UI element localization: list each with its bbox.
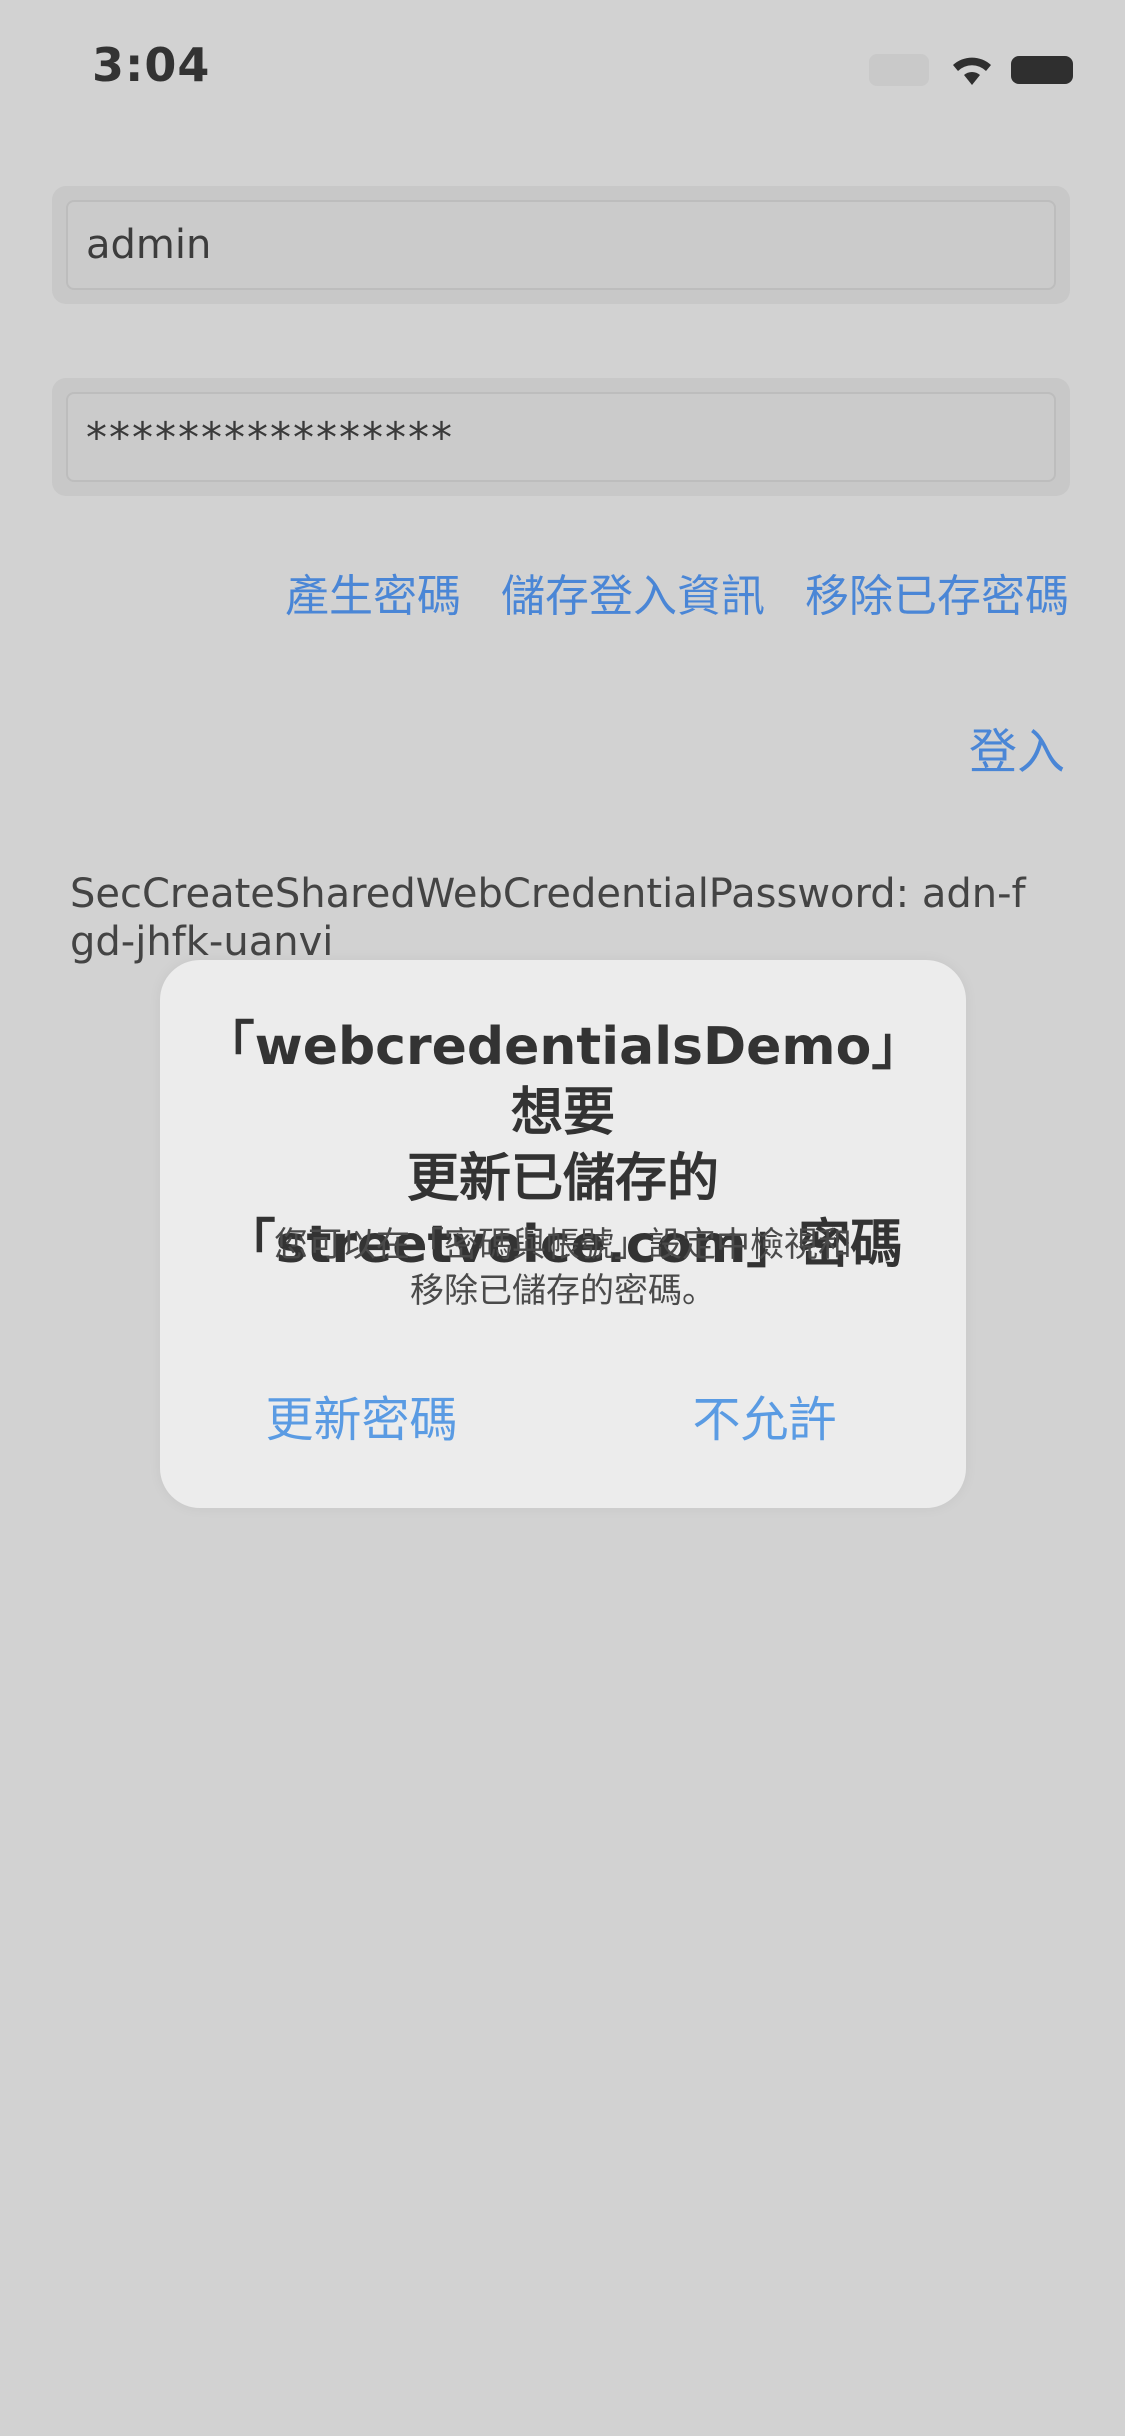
status-bar: 3:04	[0, 0, 1125, 140]
update-password-alert: 「webcredentialsDemo」想要 更新已儲存的 「streetvoi…	[160, 960, 966, 1508]
status-time: 3:04	[92, 38, 211, 92]
alert-title-line-2: 更新已儲存的	[406, 1149, 719, 1209]
battery-icon	[1011, 56, 1073, 84]
action-links: 產生密碼 儲存登入資訊 移除已存密碼	[285, 560, 1069, 624]
alert-message: 您可以在「密碼與帳號」設定中檢視和 移除已儲存的密碼。	[220, 1222, 906, 1314]
status-icons	[869, 50, 1073, 90]
generate-password-link[interactable]: 產生密碼	[285, 560, 461, 624]
password-field-container: ****************	[52, 378, 1070, 496]
alert-title-line-1: 「webcredentialsDemo」想要	[202, 1017, 924, 1143]
log-output: SecCreateSharedWebCredentialPassword: ad…	[70, 871, 1026, 965]
login-link[interactable]: 登入	[969, 712, 1065, 782]
password-field[interactable]: ****************	[66, 392, 1056, 482]
update-password-button[interactable]: 更新密碼	[160, 1360, 563, 1470]
app-screen: 3:04 admin **************** 產生密碼 儲存登入資訊 …	[0, 0, 1125, 2436]
alert-buttons: 更新密碼 不允許	[160, 1360, 966, 1470]
cancel-button[interactable]: 不允許	[563, 1360, 966, 1470]
username-field-container: admin	[52, 186, 1070, 304]
alert-message-line-2: 移除已儲存的密碼。	[410, 1271, 716, 1311]
wifi-icon	[949, 53, 995, 87]
signal-icon	[869, 54, 929, 86]
save-credentials-link[interactable]: 儲存登入資訊	[501, 560, 765, 624]
remove-saved-password-link[interactable]: 移除已存密碼	[805, 560, 1069, 624]
alert-message-line-1: 您可以在「密碼與帳號」設定中檢視和	[274, 1225, 852, 1265]
username-field[interactable]: admin	[66, 200, 1056, 290]
